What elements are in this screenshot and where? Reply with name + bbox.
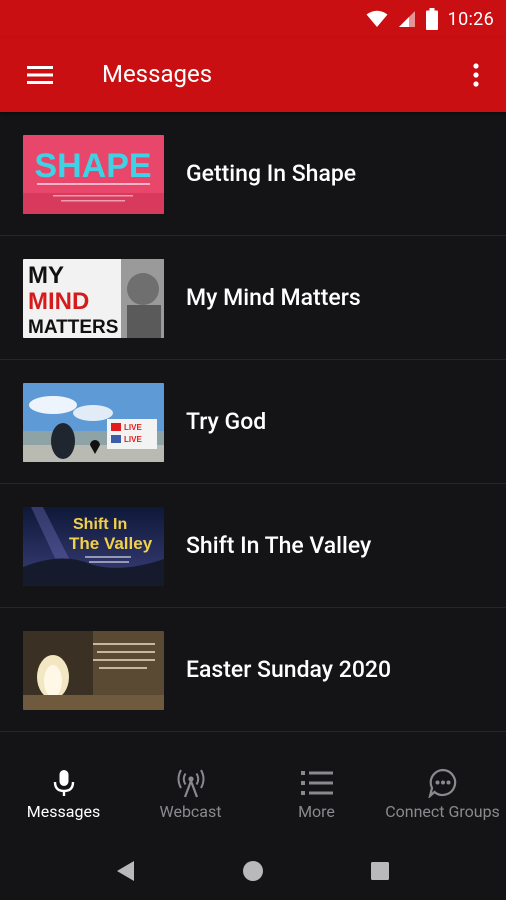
svg-text:MATTERS: MATTERS [28,317,118,338]
message-title: Shift In The Valley [186,532,372,559]
status-bar: 10:26 [0,0,506,38]
tab-connect-groups[interactable]: Connect Groups [379,752,506,842]
list-item[interactable]: Easter Sunday 2020 [0,608,506,732]
menu-button[interactable] [16,53,64,97]
series-thumbnail [23,631,164,710]
series-thumbnail: MY MIND MATTERS [23,259,164,338]
clock: 10:26 [447,8,494,30]
tab-label: Webcast [159,802,222,821]
tab-messages[interactable]: Messages [0,752,127,842]
svg-text:LIVE: LIVE [124,423,142,432]
wifi-icon [366,10,388,27]
list-icon [300,771,333,795]
series-thumbnail: LIVE LIVE [23,383,164,462]
svg-text:SHAPE: SHAPE [34,147,151,185]
tab-label: More [298,802,335,821]
recents-square-icon [371,862,389,880]
svg-text:MY: MY [28,262,64,289]
svg-text:MIND: MIND [28,288,89,315]
broadcast-icon [177,769,204,798]
messages-list: SHAPE Getting In Shape MY MIND MATTERS M… [0,112,506,732]
hamburger-icon [27,66,53,84]
list-item[interactable]: SHAPE Getting In Shape [0,112,506,236]
back-triangle-icon [117,861,134,881]
list-item[interactable]: LIVE LIVE Try God [0,360,506,484]
back-button[interactable] [106,854,146,888]
status-icons: 10:26 [366,6,494,32]
battery-icon [425,8,438,30]
bottom-navigation: Messages Webcast More Connect Groups [0,752,506,842]
tab-webcast[interactable]: Webcast [127,752,254,842]
message-title: Try God [186,408,267,435]
list-item[interactable]: Shift In The Valley Shift In The Valley [0,484,506,608]
home-circle-icon [243,861,263,881]
svg-text:Shift In: Shift In [73,516,127,533]
tab-label: Messages [26,802,101,821]
more-vert-icon [473,63,479,87]
svg-text:LIVE: LIVE [124,435,142,444]
recents-button[interactable] [360,854,400,888]
system-nav-bar [0,842,506,900]
microphone-icon [53,770,74,796]
page-title: Messages [102,60,213,88]
cell-signal-icon [398,11,415,27]
tab-label: Connect Groups [385,802,500,821]
home-button[interactable] [233,854,273,888]
overflow-menu-button[interactable] [454,53,498,97]
message-title: Easter Sunday 2020 [186,656,392,683]
list-item[interactable]: MY MIND MATTERS My Mind Matters [0,236,506,360]
message-title: My Mind Matters [186,284,361,311]
chat-bubble-icon [427,768,456,798]
message-title: Getting In Shape [186,160,357,187]
app-bar: Messages [0,38,506,112]
series-thumbnail: Shift In The Valley [23,507,164,586]
svg-text:The Valley: The Valley [69,534,153,553]
series-thumbnail: SHAPE [23,135,164,214]
tab-more[interactable]: More [254,752,379,842]
